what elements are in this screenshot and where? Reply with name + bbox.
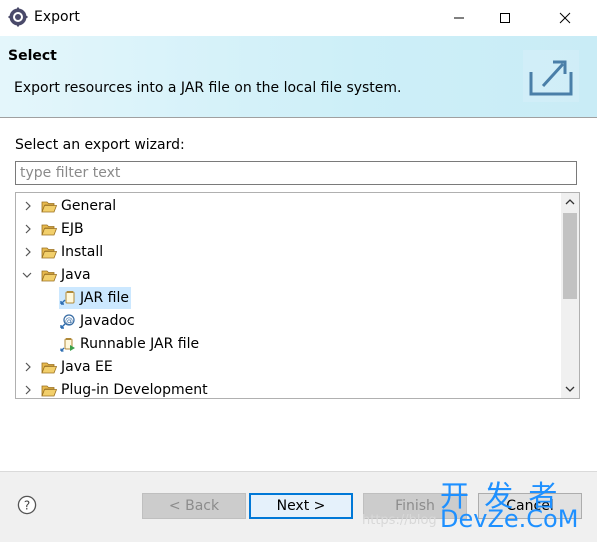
chevron-up-icon [565,199,575,205]
title-bar: Export [0,0,597,36]
chevron-right-icon[interactable] [23,362,33,372]
tree-item-general[interactable]: General [40,195,116,217]
svg-text:@: @ [65,316,73,325]
tree-item-label: Java [61,267,91,283]
tree-item-javadoc[interactable]: @ Javadoc [59,310,135,332]
close-button[interactable] [542,0,588,36]
chevron-down-icon [565,386,575,392]
tree-item-ejb[interactable]: EJB [40,218,84,240]
chevron-right-icon[interactable] [23,247,33,257]
export-wizard-icon [523,50,579,102]
maximize-icon [500,13,510,23]
chevron-right-icon[interactable] [23,201,33,211]
tree-item-runnable-jar[interactable]: Runnable JAR file [59,333,199,355]
maximize-button[interactable] [482,0,528,36]
tree-scrollbar[interactable] [561,193,579,398]
tree-item-java-ee[interactable]: Java EE [40,356,113,378]
folder-open-icon [40,267,58,283]
watermark-bottom-text: DevZe.CoM [440,505,579,533]
runnable-jar-icon [59,336,77,352]
next-button[interactable]: Next > [249,493,353,519]
tree-item-label: Java EE [61,359,113,375]
filter-input[interactable] [15,161,577,185]
tree-item-label: Runnable JAR file [80,336,200,352]
export-wizard-label: Select an export wizard: [15,137,185,153]
tree-item-plugin-development[interactable]: Plug-in Development [40,379,208,398]
tree-item-label: Plug-in Development [61,382,208,398]
tree-item-java[interactable]: Java [40,264,91,286]
scrollbar-thumb[interactable] [563,213,577,299]
tree-item-label: Javadoc [80,313,135,329]
tree-item-jar-file[interactable]: JAR file [59,287,131,309]
scroll-down-button[interactable] [561,380,579,398]
folder-icon [40,198,58,214]
button-bar: ? < Back Next > Finish Cancel https://bl… [0,471,597,542]
eclipse-gear-icon [8,7,28,27]
window-title: Export [34,9,80,25]
svg-text:?: ? [24,499,30,513]
back-button[interactable]: < Back [142,493,246,519]
folder-icon [40,382,58,398]
folder-icon [40,244,58,260]
page-title: Select [8,48,57,64]
page-description: Export resources into a JAR file on the … [14,80,402,96]
tree-item-label: EJB [61,221,84,237]
minimize-button[interactable] [436,0,482,36]
wizard-content: Select an export wizard: General EJB Ins… [0,118,597,471]
tree-item-label: Install [61,244,104,260]
jar-file-icon [59,290,77,306]
scroll-up-button[interactable] [561,193,579,211]
wizard-tree[interactable]: General EJB Install Java JAR file @ Java… [15,192,580,399]
folder-icon [40,359,58,375]
help-icon[interactable]: ? [17,495,37,515]
chevron-down-icon[interactable] [22,270,32,280]
javadoc-icon: @ [59,313,77,329]
chevron-right-icon[interactable] [23,224,33,234]
chevron-right-icon[interactable] [23,385,33,395]
tree-item-label: JAR file [80,290,129,306]
minimize-icon [454,17,464,19]
wizard-banner: Select Export resources into a JAR file … [0,36,597,118]
watermark-url: https://blog [362,513,437,528]
close-icon [559,12,571,24]
tree-item-install[interactable]: Install [40,241,103,263]
tree-item-label: General [61,198,117,214]
folder-icon [40,221,58,237]
